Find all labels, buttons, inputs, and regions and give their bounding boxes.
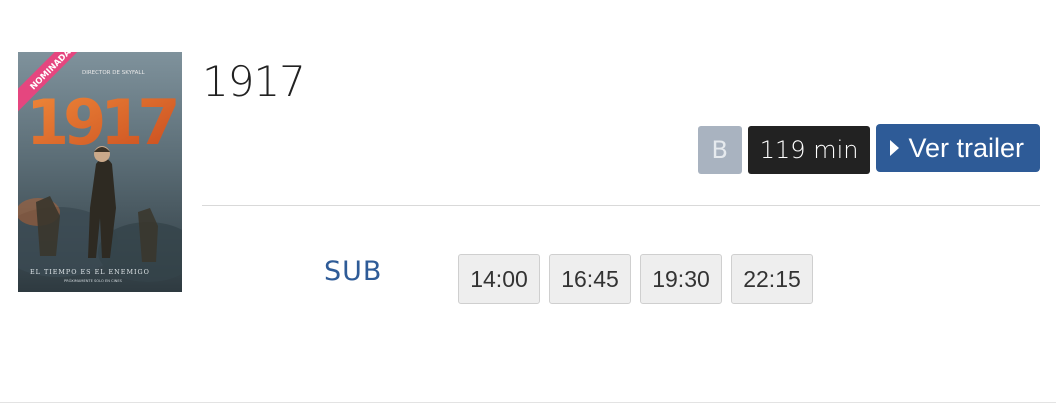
- showtimes-list: 14:00 16:45 19:30 22:15: [458, 254, 813, 304]
- poster-director-line: DIRECTOR DE SKYFALL: [82, 70, 145, 76]
- play-icon: [890, 140, 900, 156]
- showtime-button[interactable]: 19:30: [640, 254, 722, 304]
- movie-title[interactable]: 1917: [202, 56, 306, 108]
- rating-badge: B: [697, 126, 742, 174]
- format-label: SUB: [324, 256, 383, 287]
- trailer-button-label: Ver trailer: [908, 132, 1024, 163]
- movie-meta: B 119 min Ver trailer: [697, 124, 1040, 174]
- showtime-button[interactable]: 16:45: [549, 254, 631, 304]
- showtime-button[interactable]: 14:00: [458, 254, 540, 304]
- showtime-button[interactable]: 22:15: [731, 254, 813, 304]
- poster-tagline: EL TIEMPO ES EL ENEMIGO: [30, 268, 150, 276]
- duration-badge: 119 min: [747, 126, 871, 174]
- poster-artwork: 1917 NOMINADA DIRECTOR DE SKYFALL EL TIE…: [18, 52, 182, 292]
- section-divider: [202, 205, 1040, 206]
- watch-trailer-button[interactable]: Ver trailer: [876, 124, 1040, 172]
- poster-release-line: PRÓXIMAMENTE SOLO EN CINES: [64, 278, 123, 283]
- movie-poster[interactable]: 1917 NOMINADA DIRECTOR DE SKYFALL EL TIE…: [18, 52, 182, 292]
- bottom-divider: [0, 402, 1056, 403]
